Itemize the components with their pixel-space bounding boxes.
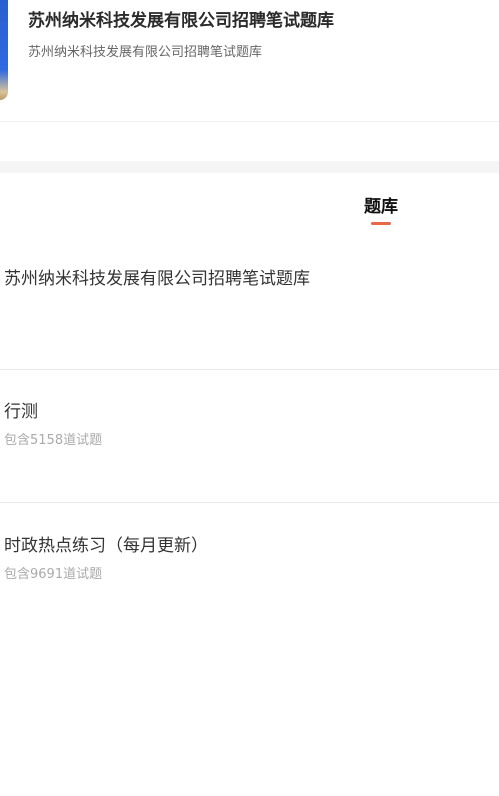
item-question-count: 包含5158道试题 — [4, 433, 103, 448]
header-title: 苏州纳米科技发展有限公司招聘笔试题库 — [28, 11, 334, 31]
list-item-xingce[interactable]: 行测 包含5158道试题 — [0, 397, 499, 517]
header: 苏州纳米科技发展有限公司招聘笔试题库 苏州纳米科技发展有限公司招聘笔试题库 — [0, 0, 499, 122]
divider — [0, 369, 499, 370]
page: 苏州纳米科技发展有限公司招聘笔试题库 苏州纳米科技发展有限公司招聘笔试题库 题库… — [0, 0, 499, 796]
tab-question-bank[interactable]: 题库 — [358, 192, 404, 225]
item-name: 时政热点练习（每月更新） — [4, 536, 208, 556]
item-question-count: 包含9691道试题 — [4, 567, 103, 582]
question-bank-title: 苏州纳米科技发展有限公司招聘笔试题库 — [4, 269, 310, 289]
divider — [0, 502, 499, 503]
header-subtitle: 苏州纳米科技发展有限公司招聘笔试题库 — [28, 45, 263, 60]
tab-label: 题库 — [364, 197, 398, 217]
item-name: 行测 — [4, 402, 38, 422]
section-separator — [0, 161, 499, 173]
tab-active-indicator — [371, 222, 391, 225]
cover-image[interactable] — [0, 0, 8, 100]
list-item-current-affairs[interactable]: 时政热点练习（每月更新） 包含9691道试题 — [0, 531, 499, 651]
